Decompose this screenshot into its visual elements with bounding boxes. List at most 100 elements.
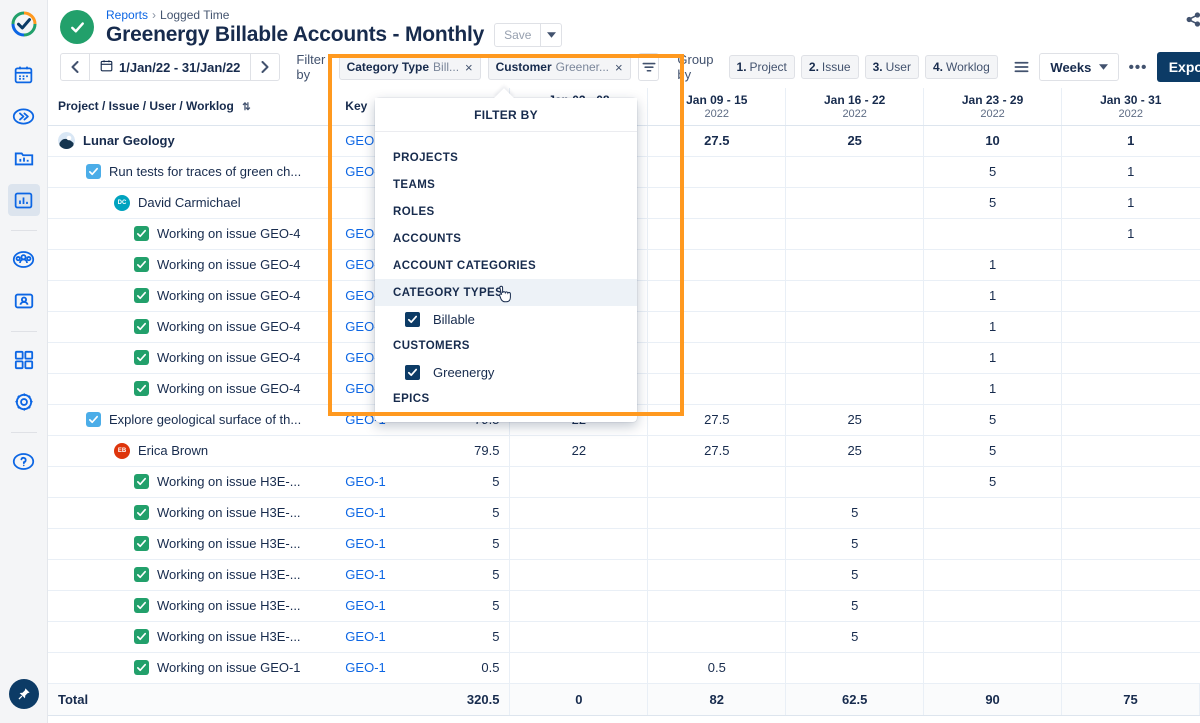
issue-key-link[interactable]: GEO-1 bbox=[345, 536, 385, 551]
filter-section-category-types[interactable]: CATEGORY TYPES bbox=[375, 279, 637, 306]
filter-section-projects[interactable]: PROJECTS bbox=[375, 144, 637, 171]
cell-key[interactable]: GEO-1 bbox=[335, 590, 404, 621]
help-icon[interactable] bbox=[8, 445, 40, 477]
filter-section-account-categories[interactable]: ACCOUNT CATEGORIES bbox=[375, 252, 637, 279]
col-header-week-2[interactable]: Jan 09 - 15 2022 bbox=[648, 88, 786, 125]
date-range-picker[interactable]: 1/Jan/22 - 31/Jan/22 bbox=[89, 54, 251, 80]
table-row[interactable]: Working on issue GEO-1GEO-10.50.5 bbox=[48, 652, 1200, 683]
filter-section-teams[interactable]: TEAMS bbox=[375, 171, 637, 198]
table-row[interactable]: Working on issue H3E-...GEO-155 bbox=[48, 497, 1200, 528]
pin-icon[interactable] bbox=[9, 679, 39, 709]
breadcrumb-logged-time[interactable]: Logged Time bbox=[160, 8, 229, 22]
col-header-week-5[interactable]: Jan 30 - 31 2022 bbox=[1062, 88, 1200, 125]
cell-name[interactable]: DCDavid Carmichael bbox=[48, 187, 335, 218]
next-period-button[interactable] bbox=[251, 54, 279, 80]
col-header-week-4[interactable]: Jan 23 - 29 2022 bbox=[924, 88, 1062, 125]
cell-name[interactable]: Working on issue GEO-4 bbox=[48, 373, 335, 404]
filter-option-greenergy[interactable]: Greenergy bbox=[375, 359, 637, 385]
group-chip-user[interactable]: 3. User bbox=[865, 55, 919, 79]
cell-key[interactable]: GEO-1 bbox=[335, 621, 404, 652]
calendar-icon[interactable] bbox=[8, 58, 40, 90]
cell-name[interactable]: Working on issue GEO-4 bbox=[48, 342, 335, 373]
share-button[interactable]: Share bbox=[1186, 12, 1200, 30]
checkbox-icon[interactable] bbox=[405, 365, 420, 380]
cell-week-2 bbox=[786, 373, 924, 404]
breadcrumb-reports[interactable]: Reports bbox=[106, 8, 148, 22]
filter-by-dropdown: FILTER BY PROJECTSTEAMSROLESACCOUNTSACCO… bbox=[375, 98, 637, 422]
previous-period-button[interactable] bbox=[61, 54, 89, 80]
teams-icon[interactable] bbox=[8, 243, 40, 275]
checkbox-icon[interactable] bbox=[405, 312, 420, 327]
issue-key-link[interactable]: GEO-1 bbox=[345, 629, 385, 644]
cell-name[interactable]: Working on issue H3E-... bbox=[48, 497, 335, 528]
filter-section-roles[interactable]: ROLES bbox=[375, 198, 637, 225]
more-options-button[interactable]: ••• bbox=[1125, 53, 1150, 81]
cell-name[interactable]: Working on issue GEO-4 bbox=[48, 280, 335, 311]
issue-key-link[interactable]: GEO-1 bbox=[345, 474, 385, 489]
cell-name[interactable]: Working on issue H3E-... bbox=[48, 621, 335, 652]
cell-name[interactable]: Working on issue H3E-... bbox=[48, 590, 335, 621]
cell-hours: 5 bbox=[404, 621, 510, 652]
cell-name[interactable]: EBErica Brown bbox=[48, 435, 335, 466]
export-button[interactable]: Export bbox=[1157, 52, 1200, 82]
filter-section-accounts[interactable]: ACCOUNTS bbox=[375, 225, 637, 252]
cell-week-1 bbox=[648, 559, 786, 590]
filter-section-customers[interactable]: CUSTOMERS bbox=[375, 332, 637, 359]
filter-chip-customer[interactable]: Customer Greener... × bbox=[488, 54, 631, 80]
group-chip-issue[interactable]: 2. Issue bbox=[801, 55, 859, 79]
cell-key[interactable]: GEO-1 bbox=[335, 528, 404, 559]
cell-key[interactable]: GEO-1 bbox=[335, 652, 404, 683]
cell-name[interactable]: Working on issue GEO-4 bbox=[48, 311, 335, 342]
cell-key[interactable]: GEO-1 bbox=[335, 466, 404, 497]
period-select[interactable]: Weeks bbox=[1039, 53, 1119, 81]
group-by-list-button[interactable] bbox=[1010, 53, 1034, 81]
cell-name[interactable]: Working on issue GEO-4 bbox=[48, 218, 335, 249]
sort-icon[interactable]: ⇅ bbox=[242, 102, 250, 113]
cell-key[interactable]: GEO-1 bbox=[335, 497, 404, 528]
filter-option-billable[interactable]: Billable bbox=[375, 306, 637, 332]
issue-story-icon bbox=[86, 412, 101, 427]
table-row[interactable]: Working on issue H3E-...GEO-155 bbox=[48, 621, 1200, 652]
cell-name[interactable]: Working on issue H3E-... bbox=[48, 466, 335, 497]
filter-chip-close-icon[interactable]: × bbox=[615, 60, 623, 75]
cell-name[interactable]: Working on issue GEO-1 bbox=[48, 652, 335, 683]
table-row[interactable]: Working on issue H3E-...GEO-155 bbox=[48, 466, 1200, 497]
issue-key-link[interactable]: GEO-1 bbox=[345, 567, 385, 582]
timesheets-icon[interactable] bbox=[8, 100, 40, 132]
cell-name[interactable]: Working on issue H3E-... bbox=[48, 559, 335, 590]
issue-key-link[interactable]: GEO-1 bbox=[345, 660, 385, 675]
filter-chip-category-type[interactable]: Category Type Bill... × bbox=[339, 54, 481, 80]
table-row[interactable]: Working on issue H3E-...GEO-155 bbox=[48, 528, 1200, 559]
cell-name[interactable]: Working on issue H3E-... bbox=[48, 528, 335, 559]
cell-name[interactable]: Explore geological surface of th... bbox=[48, 404, 335, 435]
filter-section-epics[interactable]: EPICS bbox=[375, 385, 637, 412]
col-header-week-3[interactable]: Jan 16 - 22 2022 bbox=[786, 88, 924, 125]
issue-key-link[interactable]: GEO-1 bbox=[345, 598, 385, 613]
cell-name[interactable]: Lunar Geology bbox=[48, 125, 335, 156]
issue-key-link[interactable]: GEO-1 bbox=[345, 505, 385, 520]
issue-key-link[interactable]: GEO bbox=[345, 133, 374, 148]
cell-week-0 bbox=[510, 559, 648, 590]
col-header-name[interactable]: Project / Issue / User / Worklog ⇅ bbox=[48, 88, 335, 125]
filter-funnel-button[interactable] bbox=[638, 53, 660, 81]
group-chip-worklog[interactable]: 4. Worklog bbox=[925, 55, 998, 79]
tempo-logo-icon[interactable] bbox=[8, 8, 40, 40]
save-chevron-down-icon[interactable] bbox=[541, 24, 561, 46]
cell-name[interactable]: Run tests for traces of green ch... bbox=[48, 156, 335, 187]
table-row[interactable]: Working on issue H3E-...GEO-155 bbox=[48, 559, 1200, 590]
reports-icon[interactable] bbox=[8, 184, 40, 216]
cell-key[interactable]: GEO-1 bbox=[335, 559, 404, 590]
filter-chip-close-icon[interactable]: × bbox=[465, 60, 473, 75]
projects-icon[interactable] bbox=[8, 142, 40, 174]
table-row[interactable]: Working on issue H3E-...GEO-155 bbox=[48, 590, 1200, 621]
save-button[interactable]: Save bbox=[495, 24, 541, 46]
cell-week-1 bbox=[648, 218, 786, 249]
worklog-icon bbox=[134, 381, 149, 396]
group-chip-project[interactable]: 1. Project bbox=[729, 55, 795, 79]
apps-grid-icon[interactable] bbox=[8, 344, 40, 376]
table-row[interactable]: EBErica Brown79.52227.5255 bbox=[48, 435, 1200, 466]
cell-key[interactable] bbox=[335, 435, 404, 466]
cell-name[interactable]: Working on issue GEO-4 bbox=[48, 249, 335, 280]
gear-icon[interactable] bbox=[8, 386, 40, 418]
accounts-icon[interactable] bbox=[8, 285, 40, 317]
